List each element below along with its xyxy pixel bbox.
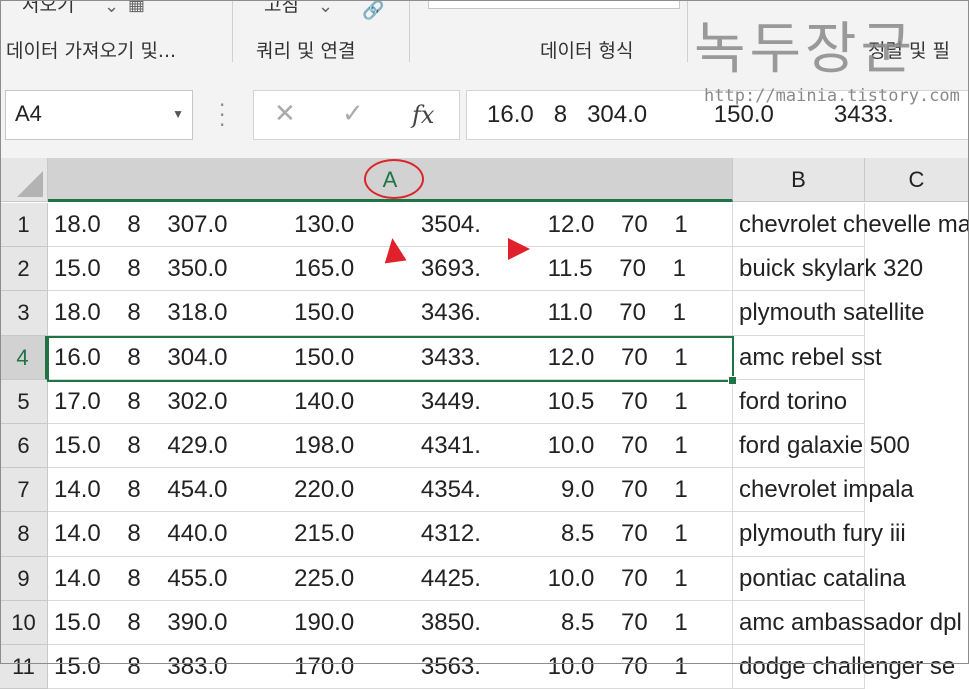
fill-handle[interactable]: [728, 376, 737, 385]
cell-a7[interactable]: 14.0 8 454.0 220.0 4354. 9.0 70 1: [48, 468, 733, 513]
cancel-icon[interactable]: ✕: [274, 99, 296, 129]
select-all-button[interactable]: [0, 158, 48, 202]
chevron-down-icon[interactable]: ▼: [172, 107, 184, 121]
ribbon-separator: [687, 0, 688, 62]
annotation-arrow-up-icon: [381, 236, 407, 264]
cell-a3[interactable]: 18.0 8 318.0 150.0 3436. 11.0 70 1: [48, 291, 733, 336]
column-header-b[interactable]: B: [733, 158, 865, 202]
ribbon-top-label-refresh[interactable]: 고침: [264, 0, 299, 17]
cell-b8[interactable]: plymouth fury iii: [733, 512, 906, 557]
cell-b5[interactable]: ford torino: [733, 379, 865, 424]
cell-b11[interactable]: dodge challenger se: [733, 645, 955, 689]
watermark-title: 녹두장군: [694, 17, 917, 78]
cell-b6[interactable]: ford galaxie 500: [733, 424, 910, 469]
row-header[interactable]: 1: [0, 203, 48, 248]
column-header-c[interactable]: C: [865, 158, 969, 202]
group-label-queries: 쿼리 및 연결: [256, 40, 356, 62]
cell-b9[interactable]: pontiac catalina: [733, 556, 906, 601]
cell-b4[interactable]: amc rebel sst: [733, 335, 882, 380]
row-header[interactable]: 10: [0, 600, 48, 645]
ribbon-separator: [232, 0, 233, 62]
cell-a8[interactable]: 14.0 8 440.0 215.0 4312. 8.5 70 1: [48, 512, 733, 557]
row-header[interactable]: 11: [0, 645, 48, 689]
insert-function-button[interactable]: fx: [412, 101, 434, 129]
cell-b2[interactable]: buick skylark 320: [733, 247, 923, 292]
ribbon: 저오기 ⌄ ▦ 고침 ⌄ 🔗 데이터 가져오기 및... 쿼리 및 연결 데이터…: [0, 0, 969, 78]
cell-a6[interactable]: 15.0 8 429.0 198.0 4341. 10.0 70 1: [48, 424, 733, 469]
ribbon-top-label-get-data[interactable]: 저오기: [22, 0, 74, 17]
row-header[interactable]: 2: [0, 247, 48, 292]
row-header[interactable]: 8: [0, 512, 48, 557]
cell-b3[interactable]: plymouth satellite: [733, 291, 924, 336]
row-header[interactable]: 5: [0, 379, 48, 424]
cell-a10[interactable]: 15.0 8 390.0 190.0 3850. 8.5 70 1: [48, 600, 733, 645]
ribbon-separator: [409, 0, 410, 62]
cell-a9[interactable]: 14.0 8 455.0 225.0 4425. 10.0 70 1: [48, 556, 733, 601]
table-icon[interactable]: ▦: [128, 0, 145, 15]
annotation-circle: [364, 159, 424, 199]
row-header-selected[interactable]: 4: [0, 335, 48, 380]
link-icon[interactable]: 🔗: [362, 0, 384, 21]
name-box[interactable]: A4 ▼: [5, 90, 193, 140]
more-options-icon[interactable]: · · ·: [219, 95, 225, 135]
data-type-gallery[interactable]: [428, 0, 680, 9]
watermark-url: http://mainia.tistory.com: [704, 86, 960, 106]
formula-buttons: ✕ ✓ fx: [253, 90, 460, 140]
cell-b7[interactable]: chevrolet impala: [733, 468, 914, 513]
cell-b1[interactable]: chevrolet chevelle malibu: [733, 203, 969, 248]
chevron-down-icon[interactable]: ⌄: [318, 0, 333, 17]
enter-icon[interactable]: ✓: [342, 99, 364, 129]
group-label-data-types: 데이터 형식: [540, 40, 634, 62]
cell-a5[interactable]: 17.0 8 302.0 140.0 3449. 10.5 70 1: [48, 379, 733, 424]
row-header[interactable]: 7: [0, 468, 48, 513]
active-cell-border: [47, 336, 737, 385]
row-header[interactable]: 6: [0, 424, 48, 469]
row-header[interactable]: 9: [0, 556, 48, 601]
group-label-get-data: 데이터 가져오기 및...: [6, 40, 177, 62]
name-box-value: A4: [15, 101, 42, 126]
row-header[interactable]: 3: [0, 291, 48, 336]
chevron-down-icon[interactable]: ⌄: [104, 0, 119, 17]
cell-b10[interactable]: amc ambassador dpl: [733, 600, 962, 645]
annotation-arrow-right-icon: [508, 238, 530, 260]
cell-a11[interactable]: 15.0 8 383.0 170.0 3563. 10.0 70 1: [48, 645, 733, 689]
